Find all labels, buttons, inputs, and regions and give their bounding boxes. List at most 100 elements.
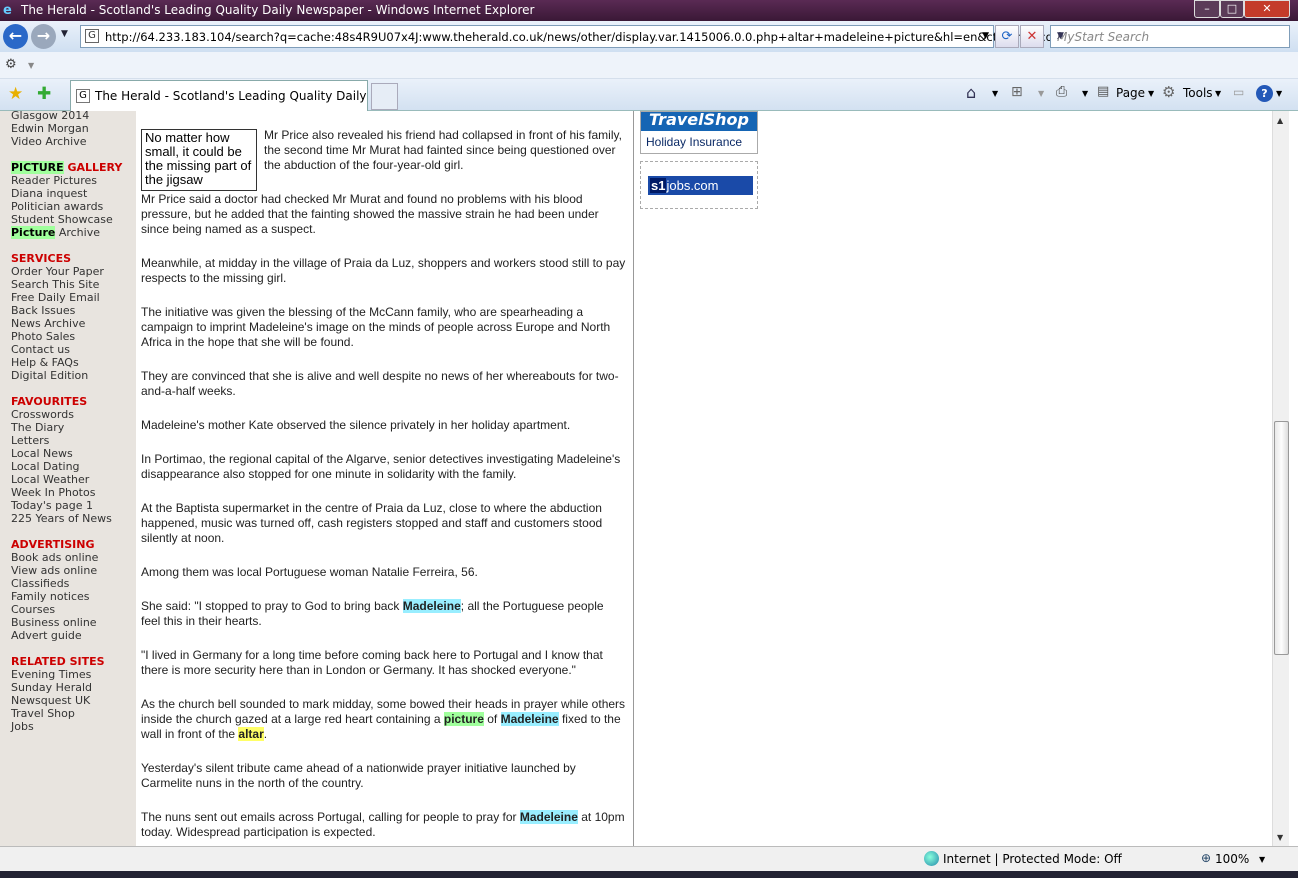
leftnav-link[interactable]: Search This Site — [11, 278, 99, 291]
stop-button[interactable]: ✕ — [1020, 25, 1044, 48]
article-paragraph: Meanwhile, at midday in the village of P… — [141, 256, 626, 285]
print-dropdown-icon[interactable]: ▼ — [1082, 89, 1088, 98]
home-dropdown-icon[interactable]: ▼ — [992, 89, 998, 98]
leftnav-section-heading: SERVICES — [11, 252, 72, 265]
leftnav-section-heading: RELATED SITES — [11, 655, 105, 668]
leftnav-section-heading: PICTURE GALLERY — [11, 161, 123, 174]
status-bar: Internet | Protected Mode: Off ⊕ 100% ▼ — [0, 846, 1298, 871]
back-button[interactable]: ← — [3, 24, 28, 49]
travel-shop-logo: TravelShop — [641, 112, 757, 131]
leftnav-link[interactable]: Courses — [11, 603, 55, 616]
leftnav-link[interactable]: 225 Years of News — [11, 512, 112, 525]
feeds-icon[interactable]: ⊞ — [1011, 84, 1023, 100]
print-icon[interactable]: ⎙ — [1056, 84, 1067, 100]
zone-status[interactable]: Internet | Protected Mode: Off — [943, 852, 1122, 866]
leftnav-link[interactable]: Week In Photos — [11, 486, 95, 499]
scroll-down-icon[interactable]: ▼ — [1277, 833, 1283, 842]
internet-zone-icon — [924, 851, 939, 866]
address-bar[interactable]: G http://64.233.183.104/search?q=cache:4… — [80, 25, 1070, 48]
page-content: Glasgow 2014 Edwin Morgan Video Archive PIC… — [0, 111, 1298, 846]
tools-dropdown-icon[interactable]: ▼ — [1215, 89, 1221, 98]
leftnav-link[interactable]: Evening Times — [11, 668, 91, 681]
vertical-scrollbar[interactable]: ▲ ▼ — [1272, 111, 1289, 846]
home-icon[interactable]: ⌂ — [966, 83, 976, 102]
leftnav-link[interactable]: Crosswords — [11, 408, 74, 421]
leftnav-link[interactable]: View ads online — [11, 564, 97, 577]
s1jobs-ad[interactable]: s1jobs.com — [640, 161, 758, 209]
leftnav-link[interactable]: Help & FAQs — [11, 356, 79, 369]
article-paragraph: Mr Price also revealed his friend had co… — [264, 128, 622, 172]
leftnav-link[interactable]: Travel Shop — [11, 707, 75, 720]
leftnav-link[interactable]: The Diary — [11, 421, 64, 434]
leftnav-link[interactable]: Politician awards — [11, 200, 103, 213]
leftnav-link[interactable]: Diana inquest — [11, 187, 87, 200]
leftnav-link[interactable]: Sunday Herald — [11, 681, 92, 694]
leftnav-link[interactable]: Digital Edition — [11, 369, 88, 382]
leftnav-link[interactable]: Advert guide — [11, 629, 82, 642]
tab-herald[interactable]: G The Herald - Scotland's Leading Qualit… — [70, 80, 398, 111]
compatibility-dropdown-icon[interactable]: ▼ — [28, 61, 34, 70]
feeds-dropdown-icon[interactable]: ▼ — [1038, 89, 1044, 98]
leftnav-link[interactable]: Photo Sales — [11, 330, 75, 343]
zoom-dropdown-icon[interactable]: ▼ — [1259, 855, 1265, 864]
page-icon: ▤ — [1097, 84, 1110, 99]
leftnav-link[interactable]: Contact us — [11, 343, 70, 356]
address-url[interactable]: http://64.233.183.104/search?q=cache:48s… — [105, 30, 1070, 44]
tab-label: The Herald - Scotland's Leading Quality … — [95, 89, 399, 103]
tools-gear-icon: ⚙ — [1162, 83, 1176, 101]
article-paragraph: She said: "I stopped to pray to God to b… — [141, 599, 604, 628]
scrollbar-thumb[interactable] — [1274, 421, 1289, 655]
page-dropdown-icon[interactable]: ▼ — [1148, 89, 1154, 98]
search-dropdown-icon[interactable]: ▼ — [1057, 31, 1283, 41]
leftnav-link[interactable]: Back Issues — [11, 304, 75, 317]
leftnav-link[interactable]: Picture Archive — [11, 226, 100, 239]
leftnav-link[interactable]: Letters — [11, 434, 49, 447]
leftnav-link[interactable]: Today's page 1 — [11, 499, 93, 512]
leftnav-link[interactable]: Video Archive — [11, 135, 86, 148]
leftnav-link[interactable]: Edwin Morgan — [11, 122, 89, 135]
leftnav-link[interactable]: Jobs — [11, 720, 34, 733]
leftnav-link[interactable]: Book ads online — [11, 551, 98, 564]
leftnav-link[interactable]: Glasgow 2014 — [11, 111, 89, 122]
leftnav-link[interactable]: Local News — [11, 447, 73, 460]
window-title: The Herald - Scotland's Leading Quality … — [21, 3, 535, 17]
command-bar: ⚙ ▼ — [0, 52, 1298, 79]
scroll-up-icon[interactable]: ▲ — [1277, 116, 1283, 125]
leftnav-link[interactable]: Reader Pictures — [11, 174, 97, 187]
pull-quote: No matter how small, it could be the mis… — [141, 129, 257, 191]
article-paragraph: They are convinced that she is alive and… — [141, 369, 619, 398]
title-bar: e The Herald - Scotland's Leading Qualit… — [0, 0, 1298, 21]
history-dropdown-icon[interactable]: ▼ — [61, 29, 68, 39]
new-tab-button[interactable] — [371, 83, 398, 110]
leftnav-link[interactable]: Family notices — [11, 590, 90, 603]
minimize-button[interactable]: – — [1194, 0, 1220, 18]
leftnav-link[interactable]: Order Your Paper — [11, 265, 104, 278]
leftnav-link[interactable]: News Archive — [11, 317, 85, 330]
help-icon[interactable]: ? — [1256, 85, 1273, 102]
address-dropdown-icon[interactable]: ▼ — [982, 31, 989, 41]
leftnav-link[interactable]: Business online — [11, 616, 97, 629]
travel-shop-ad[interactable]: TravelShop Holiday Insurance — [640, 111, 758, 154]
page-menu-label[interactable]: Page — [1116, 86, 1145, 100]
help-dropdown-icon[interactable]: ▼ — [1276, 89, 1282, 98]
add-favorites-icon[interactable]: ✚ — [37, 84, 51, 104]
article-paragraph: In Portimao, the regional capital of the… — [141, 452, 621, 481]
leftnav-link[interactable]: Classifieds — [11, 577, 69, 590]
refresh-button[interactable]: ⟳ — [995, 25, 1019, 48]
forward-button[interactable]: → — [31, 24, 56, 49]
zoom-level[interactable]: 100% — [1215, 852, 1249, 866]
research-icon[interactable]: ▭ — [1233, 85, 1244, 99]
tools-menu-label[interactable]: Tools — [1183, 86, 1213, 100]
leftnav-link[interactable]: Student Showcase — [11, 213, 113, 226]
search-box[interactable]: MyStart Search ⌕ ▼ — [1050, 25, 1290, 48]
leftnav-link[interactable]: Free Daily Email — [11, 291, 100, 304]
favorites-star-icon[interactable]: ★ — [8, 84, 23, 104]
leftnav-link[interactable]: Newsquest UK — [11, 694, 90, 707]
maximize-button[interactable]: □ — [1220, 0, 1244, 18]
ie-logo-icon: e — [3, 3, 12, 18]
compatibility-icon[interactable]: ⚙ — [5, 57, 17, 72]
article-paragraph: As the church bell sounded to mark midda… — [141, 697, 626, 741]
leftnav-link[interactable]: Local Dating — [11, 460, 80, 473]
leftnav-link[interactable]: Local Weather — [11, 473, 89, 486]
close-window-button[interactable]: ✕ — [1244, 0, 1290, 18]
